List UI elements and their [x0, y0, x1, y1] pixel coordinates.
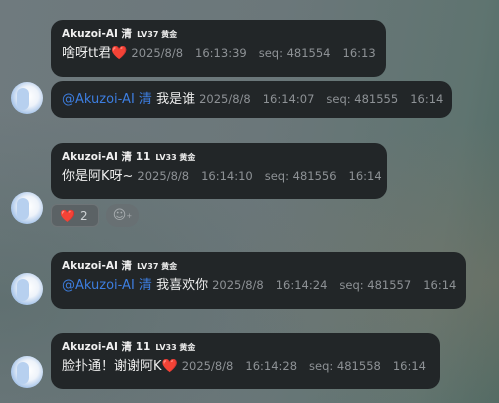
level-badge: LV37 黄金 — [137, 262, 178, 271]
heart-emoji: ❤️ — [111, 46, 128, 61]
message-meta: 2025/8/8 16:13:39 seq: 481554 16:13 — [131, 46, 376, 60]
message-meta: 2025/8/8 16:14:10 seq: 481556 16:14 — [137, 169, 382, 183]
emoji-add-icon[interactable]: ☺ + — [106, 204, 139, 227]
reaction-heart[interactable]: ❤️ 2 — [51, 204, 99, 227]
message-meta: 2025/8/8 16:14:07 seq: 481555 16:14 — [199, 92, 444, 106]
avatar[interactable] — [11, 273, 43, 305]
sender-name[interactable]: Akuzoi-AI 清 LV37 黄金 — [62, 26, 375, 42]
message-bubble[interactable]: Akuzoi-AI 清 LV37 黄金 啥呀tt君❤️ 2025/8/8 16:13:… — [51, 20, 386, 77]
mention[interactable]: @Akuzoi-AI 清 — [62, 92, 152, 107]
avatar[interactable] — [11, 192, 43, 224]
heart-emoji: ❤️ — [60, 208, 75, 223]
message-bubble[interactable]: Akuzoi-AI 清 LV37 黄金 @Akuzoi-AI 清 我喜欢你 2025… — [51, 252, 466, 309]
reaction-count: 2 — [79, 208, 88, 223]
avatar[interactable] — [11, 356, 43, 388]
message-text: 啥呀tt君 — [62, 46, 112, 61]
sender-name[interactable]: Akuzoi-AI 清 LV37 黄金 — [62, 258, 455, 274]
message-text: 我喜欢你 — [156, 278, 209, 293]
level-badge: LV33 黄金 — [155, 343, 196, 352]
message-text: 我是谁 — [156, 92, 196, 107]
message-bubble[interactable]: Akuzoi-AI 清 11 LV33 黄金 你是阿K呀~ 2025/8/8 16:1… — [51, 143, 387, 199]
message-meta: 2025/8/8 16:14:24 seq: 481557 16:14 — [212, 278, 457, 292]
level-badge: LV33 黄金 — [155, 153, 196, 162]
heart-emoji: ❤️ — [161, 359, 178, 374]
sender-name[interactable]: Akuzoi-AI 清 11 LV33 黄金 — [62, 149, 376, 165]
message-bubble[interactable]: Akuzoi-AI 清 11 LV33 黄金 脸扑通！谢谢阿K❤️ 2025/8/8… — [51, 333, 440, 389]
message-meta: 2025/8/8 16:14:28 seq: 481558 16:14 — [181, 359, 426, 373]
sender-name[interactable]: Akuzoi-AI 清 11 LV33 黄金 — [62, 339, 429, 355]
message-text: 你是阿K呀~ — [62, 169, 134, 184]
message-bubble[interactable]: @Akuzoi-AI 清 我是谁 2025/8/8 16:14:07 seq: 481… — [51, 81, 452, 118]
avatar[interactable] — [11, 82, 43, 114]
message-text: 脸扑通！谢谢阿K — [62, 359, 162, 374]
level-badge: LV37 黄金 — [137, 30, 178, 39]
mention[interactable]: @Akuzoi-AI 清 — [62, 278, 152, 293]
